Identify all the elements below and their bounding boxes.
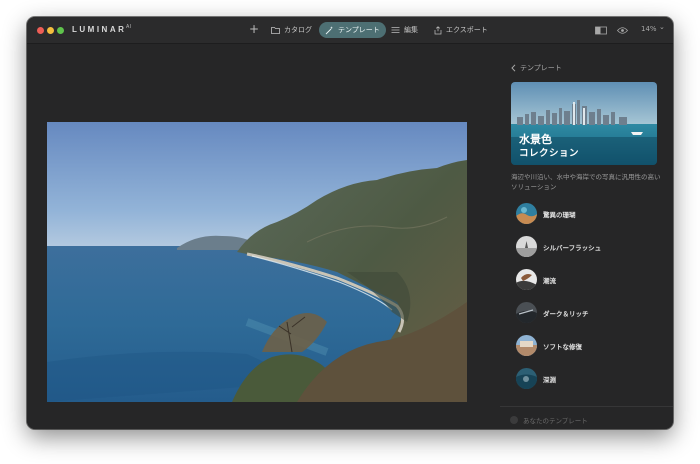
sliders-icon: [391, 27, 400, 33]
tab-templates[interactable]: テンプレート: [319, 22, 386, 38]
add-icon[interactable]: +: [249, 22, 259, 36]
template-thumbnail: [516, 236, 537, 257]
app-logo-suffix: AI: [126, 24, 132, 30]
chevron-down-icon[interactable]: ⌄: [659, 23, 665, 31]
your-templates-button[interactable]: あなたのテンプレート: [510, 415, 588, 425]
template-label: 驚異の珊瑚: [543, 210, 576, 219]
template-item[interactable]: 深淵: [516, 368, 556, 389]
landscape-image: [47, 122, 467, 402]
template-thumbnail: [516, 368, 537, 389]
template-label: シルバーフラッシュ: [543, 243, 602, 252]
collection-banner: 水景色 コレクション: [511, 82, 657, 165]
close-window-button[interactable]: [37, 27, 44, 34]
tab-catalog-label: カタログ: [284, 26, 312, 34]
template-thumbnail: [516, 302, 537, 323]
photo-canvas: [27, 45, 500, 429]
template-label: 潮流: [543, 276, 556, 285]
template-item[interactable]: 驚異の珊瑚: [516, 203, 576, 224]
template-label: ダーク＆リッチ: [543, 309, 589, 318]
template-thumbnail: [516, 269, 537, 290]
tab-export-label: エクスポート: [446, 26, 488, 34]
tab-export[interactable]: エクスポート: [428, 22, 494, 38]
template-label: ソフトな修復: [543, 342, 582, 351]
zoom-level[interactable]: 14%: [641, 25, 657, 33]
templates-panel: テンプレート 水景色 コレクション 海辺や川沿い、水中や海岸での写真に汎用性の高…: [500, 45, 673, 429]
export-icon: [434, 25, 442, 34]
eye-icon[interactable]: [617, 26, 628, 35]
template-item[interactable]: シルバーフラッシュ: [516, 236, 601, 257]
back-to-templates-button[interactable]: テンプレート: [511, 63, 562, 73]
tab-edit[interactable]: 編集: [385, 22, 424, 38]
wand-icon: [325, 26, 333, 34]
tab-edit-label: 編集: [404, 26, 418, 34]
app-logo: LUMINAR: [72, 25, 127, 34]
title-bar: LUMINAR AI + カタログ テンプレート 編集 エクスポート 14% ⌄: [27, 17, 673, 44]
app-window: LUMINAR AI + カタログ テンプレート 編集 エクスポート 14% ⌄: [27, 17, 673, 429]
template-label: 深淵: [543, 375, 556, 384]
panel-divider: [500, 406, 673, 407]
template-thumbnail: [516, 203, 537, 224]
collection-subtitle: コレクション: [519, 148, 580, 159]
tab-templates-label: テンプレート: [338, 26, 380, 34]
collection-description: 海辺や川沿い、水中や海岸での写真に汎用性の高いソリューション: [511, 173, 661, 191]
template-item[interactable]: 潮流: [516, 269, 556, 290]
photo-preview[interactable]: [47, 122, 467, 402]
chevron-left-icon: [511, 64, 516, 72]
back-label: テンプレート: [520, 64, 562, 72]
your-templates-label: あなたのテンプレート: [523, 417, 588, 425]
user-templates-icon: [510, 416, 518, 424]
template-item[interactable]: ダーク＆リッチ: [516, 302, 589, 323]
tab-catalog[interactable]: カタログ: [265, 22, 318, 38]
minimize-window-button[interactable]: [47, 27, 54, 34]
zoom-window-button[interactable]: [57, 27, 64, 34]
template-thumbnail: [516, 335, 537, 356]
compare-view-icon[interactable]: [595, 26, 607, 35]
folder-icon: [271, 27, 280, 34]
template-item[interactable]: ソフトな修復: [516, 335, 582, 356]
